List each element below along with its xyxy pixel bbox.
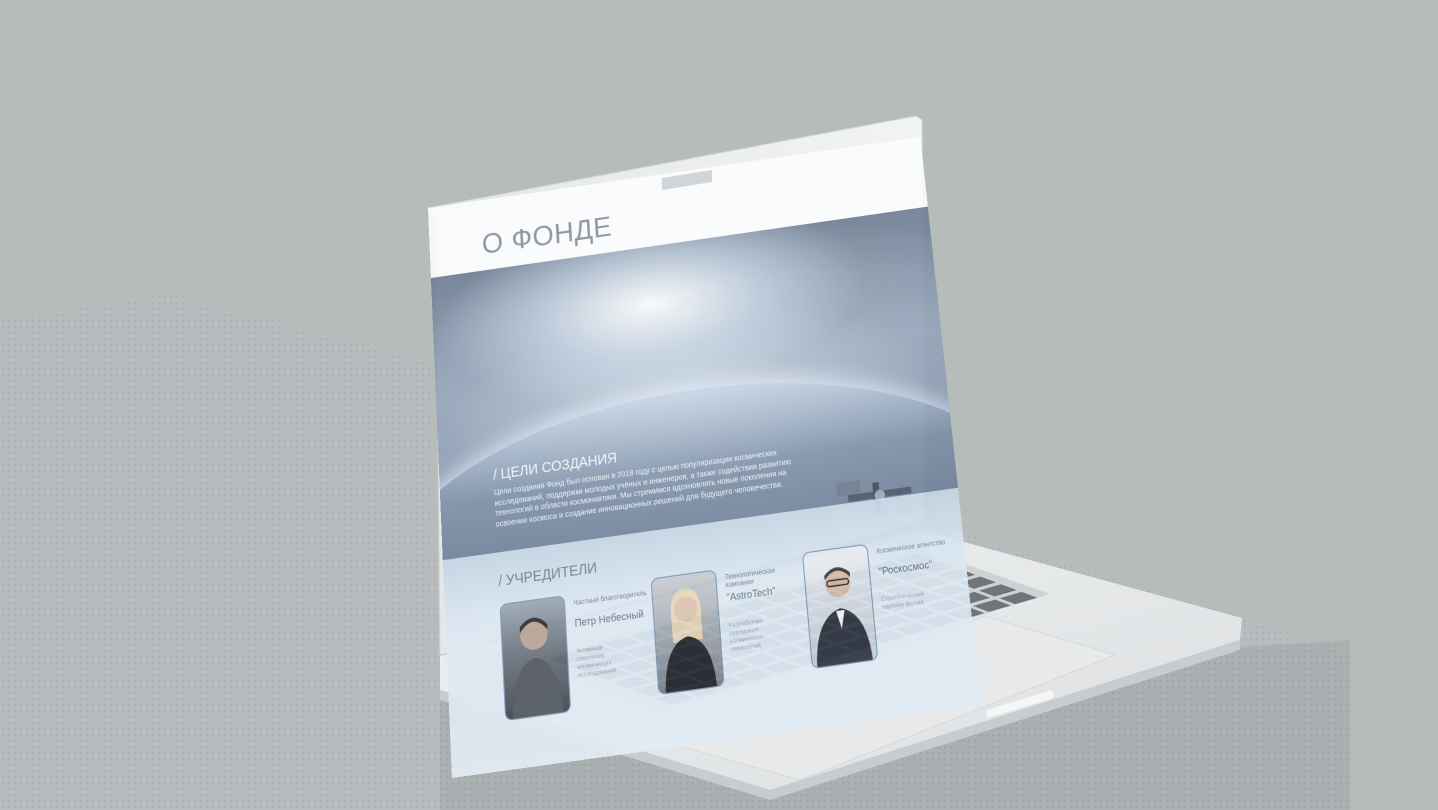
camera-notch bbox=[662, 170, 712, 190]
